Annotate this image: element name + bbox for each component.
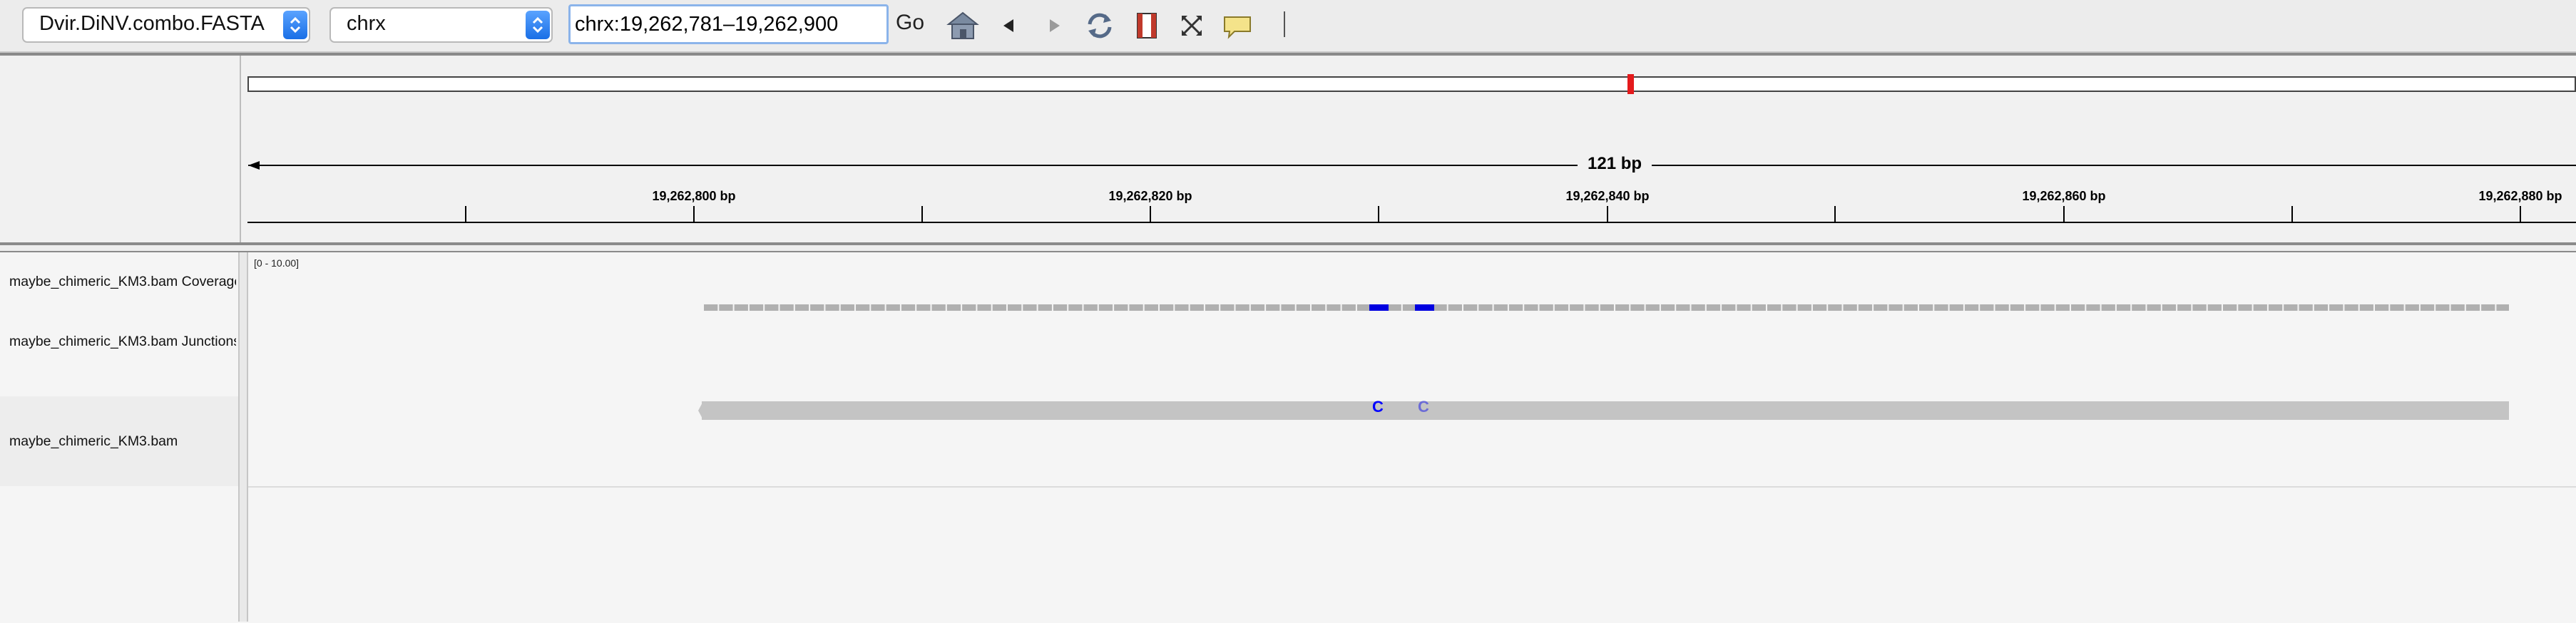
region-of-interest-icon[interactable]: [1127, 6, 1167, 46]
current-region-marker: [1627, 74, 1634, 94]
go-button[interactable]: Go: [896, 11, 924, 35]
left-arrowhead-icon: [248, 161, 260, 170]
ruler-tick-label: 19,262,840 bp: [1565, 189, 1650, 203]
chromosome-dropdown-value: chrx: [347, 12, 386, 35]
span-width-label: 121 bp: [1578, 154, 1652, 174]
ruler-major-tick: [2520, 206, 2521, 222]
refresh-icon[interactable]: [1080, 6, 1120, 46]
aligned-read[interactable]: [702, 401, 2509, 420]
genome-dropdown-value: Dvir.DiNV.combo.FASTA: [39, 12, 265, 35]
junctions-track-name: maybe_chimeric_KM3.bam Junctions: [9, 334, 236, 349]
coverage-mismatch-bar: [1415, 304, 1434, 311]
ruler-axis: [247, 222, 2576, 223]
alignment-track-name-row[interactable]: maybe_chimeric_KM3.bam: [0, 396, 238, 486]
chevron-updown-icon: [526, 11, 550, 39]
chevron-updown-icon: [283, 11, 307, 39]
chromosome-dropdown[interactable]: chrx: [329, 7, 553, 43]
toolbar: Dvir.DiNV.combo.FASTA chrx Go: [0, 0, 2576, 53]
mismatch-base: C: [1418, 398, 1429, 416]
chromosome-ideogram[interactable]: [247, 76, 2576, 92]
toolbar-divider: [1284, 11, 1285, 37]
popup-info-icon[interactable]: [1217, 6, 1257, 46]
back-arrow-icon[interactable]: [989, 6, 1029, 46]
ruler-minor-tick: [465, 206, 466, 222]
ruler-major-tick: [693, 206, 695, 222]
home-icon[interactable]: [943, 6, 983, 46]
alignment-track-name: maybe_chimeric_KM3.bam: [9, 433, 178, 449]
junctions-track-name-row[interactable]: maybe_chimeric_KM3.bam Junctions: [0, 312, 238, 396]
forward-arrow-icon[interactable]: [1034, 6, 1074, 46]
fit-to-window-icon[interactable]: [1172, 6, 1212, 46]
coverage-mismatch-bar: [1369, 304, 1389, 311]
ruler-major-tick: [1607, 206, 1608, 222]
ruler-tick-label: 19,262,860 bp: [2022, 189, 2106, 203]
ruler-major-tick: [1150, 206, 1151, 222]
ruler-tick-label: 19,262,880 bp: [2478, 189, 2562, 203]
attribute-panel: [240, 252, 248, 622]
junctions-track[interactable]: [248, 312, 2576, 397]
coverage-track-name: maybe_chimeric_KM3.bam Coverage: [9, 274, 236, 289]
ruler-minor-tick: [921, 206, 923, 222]
ruler-tick-label: 19,262,820 bp: [1108, 189, 1192, 203]
coverage-histogram[interactable]: [704, 304, 2509, 311]
ruler-tick-label: 19,262,800 bp: [652, 189, 736, 203]
span-line: [248, 165, 2576, 166]
coverage-data-range: [0 - 10.00]: [254, 257, 300, 269]
locus-search-input[interactable]: [568, 4, 889, 44]
ruler-major-tick: [2063, 206, 2065, 222]
ruler-minor-tick: [1378, 206, 1379, 222]
mismatch-base: C: [1372, 398, 1384, 416]
ruler-minor-tick: [2291, 206, 2293, 222]
genome-dropdown[interactable]: Dvir.DiNV.combo.FASTA: [22, 7, 310, 43]
ruler-minor-tick: [1834, 206, 1836, 222]
coverage-track-name-row[interactable]: maybe_chimeric_KM3.bam Coverage: [0, 252, 238, 312]
header-name-panel: [0, 56, 241, 242]
